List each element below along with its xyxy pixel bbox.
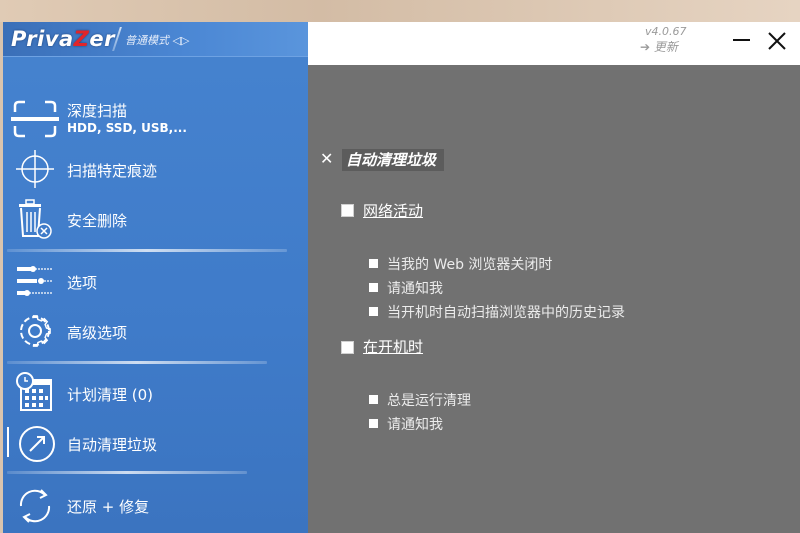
update-link[interactable]: ➔ 更新 <box>640 38 678 55</box>
sidebar: PrivaZer 普通模式 ◁▷ 深度扫描 HDD, SSD, USB,... … <box>3 22 308 533</box>
at-startup-checkbox[interactable] <box>341 341 354 354</box>
version-label: v4.0.67 <box>645 25 687 38</box>
sidebar-item-specific-traces[interactable]: 扫描特定痕迹 <box>3 144 308 194</box>
option-checkbox[interactable] <box>369 283 378 292</box>
trash-delete-icon <box>19 199 52 239</box>
refresh-arrows-icon <box>19 489 51 523</box>
app-logo: PrivaZer <box>11 27 116 51</box>
sidebar-item-label: 还原 + 修复 <box>67 498 150 516</box>
calendar-clock-icon <box>16 372 52 411</box>
option-label: 当我的 Web 浏览器关闭时 <box>387 257 553 273</box>
gear-icon <box>20 315 51 347</box>
crosshair-icon <box>16 150 54 188</box>
option-checkbox[interactable] <box>369 395 378 404</box>
network-activity-label[interactable]: 网络活动 <box>363 200 423 221</box>
divider <box>7 471 247 474</box>
divider <box>7 361 267 364</box>
option-checkbox[interactable] <box>369 307 378 316</box>
sidebar-item-label: 自动清理垃圾 <box>67 436 158 454</box>
sidebar-item-label: 高级选项 <box>67 324 128 342</box>
auto-cleanup-panel: ✕ 自动清理垃圾 网络活动 当我的 Web 浏览器关闭时 请通知我 当开机时自动… <box>308 65 800 533</box>
at-startup-label[interactable]: 在开机时 <box>363 336 423 357</box>
sliders-icon <box>17 266 53 296</box>
sidebar-item-label: 扫描特定痕迹 <box>67 162 158 180</box>
sidebar-item-restore-repair[interactable]: 还原 + 修复 <box>3 480 308 530</box>
title-bar: v4.0.67 ➔ 更新 <box>308 22 800 65</box>
option-label: 当开机时自动扫描浏览器中的历史记录 <box>387 305 625 321</box>
desktop-background <box>0 0 800 22</box>
sidebar-item-label: 选项 <box>67 274 98 292</box>
sidebar-item-advanced-options[interactable]: 高级选项 <box>3 306 308 356</box>
divider <box>7 249 287 252</box>
sidebar-item-label: 计划清理 (0) <box>67 386 154 404</box>
mode-switch[interactable]: 普通模式 ◁▷ <box>125 32 189 48</box>
option-checkbox[interactable] <box>369 419 378 428</box>
privazer-window: PrivaZer 普通模式 ◁▷ 深度扫描 HDD, SSD, USB,... … <box>3 22 800 533</box>
logo-bar: PrivaZer 普通模式 ◁▷ <box>3 22 308 57</box>
sidebar-item-label: 深度扫描 <box>67 102 128 120</box>
section-title: 自动清理垃圾 <box>342 149 445 171</box>
sidebar-item-sublabel: HDD, SSD, USB,... <box>67 121 187 135</box>
sidebar-item-options[interactable]: 选项 <box>3 256 308 306</box>
close-icon[interactable] <box>764 28 790 54</box>
sidebar-item-deep-scan[interactable]: 深度扫描 HDD, SSD, USB,... <box>3 94 308 144</box>
sidebar-item-scheduled-cleanup[interactable]: 计划清理 (0) <box>3 368 308 418</box>
gauge-arrow-icon <box>19 426 55 462</box>
option-label: 总是运行清理 <box>387 393 471 409</box>
sidebar-item-label: 安全删除 <box>67 212 128 230</box>
minimize-icon[interactable] <box>728 28 754 54</box>
sidebar-item-auto-cleanup[interactable]: 自动清理垃圾 <box>3 418 308 468</box>
option-label: 请通知我 <box>387 281 443 297</box>
option-label: 请通知我 <box>387 417 443 433</box>
scan-frame-icon <box>11 100 59 138</box>
sidebar-item-secure-delete[interactable]: 安全删除 <box>3 194 308 244</box>
network-activity-checkbox[interactable] <box>341 204 354 217</box>
option-checkbox[interactable] <box>369 259 378 268</box>
section-close-button[interactable]: ✕ <box>320 149 333 168</box>
